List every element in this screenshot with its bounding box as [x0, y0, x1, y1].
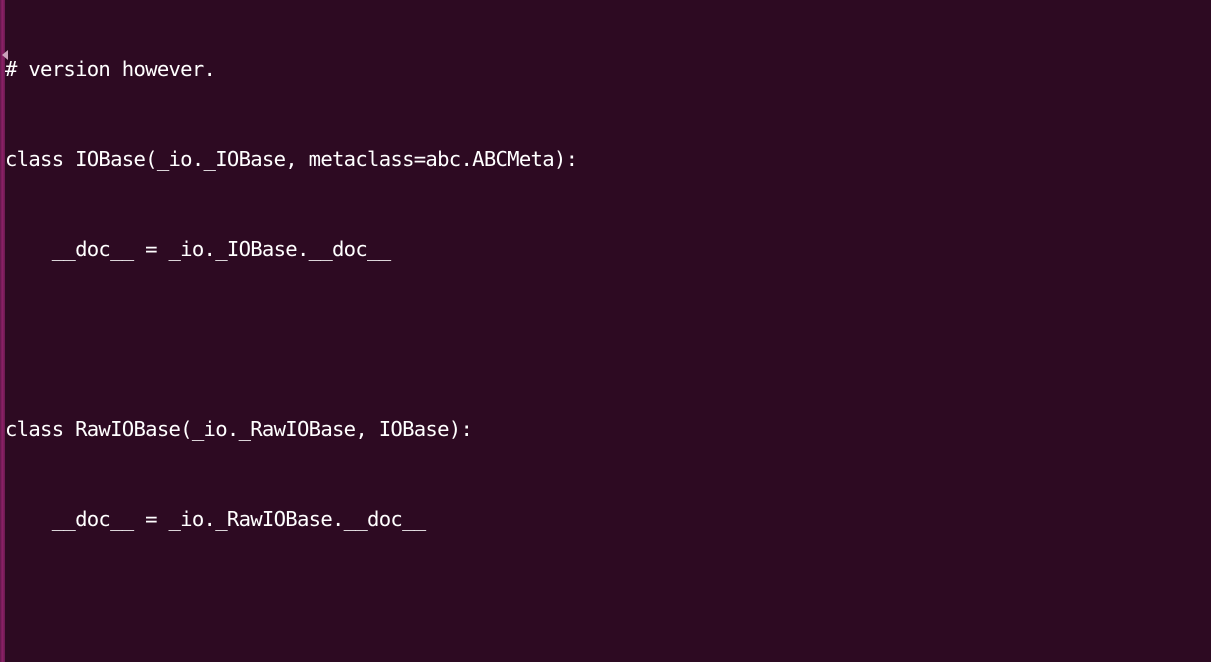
terminal-window[interactable]: # version however. class IOBase(_io._IOB… — [0, 0, 1211, 662]
code-line: class IOBase(_io._IOBase, metaclass=abc.… — [5, 147, 578, 171]
scrollbar[interactable] — [0, 0, 5, 662]
code-line: # version however. — [5, 57, 216, 81]
code-line: class RawIOBase(_io._RawIOBase, IOBase): — [5, 417, 473, 441]
scrollbar-thumb[interactable] — [0, 0, 5, 662]
terminal-output[interactable]: # version however. class IOBase(_io._IOB… — [0, 0, 1211, 662]
scroll-position-marker-icon — [2, 50, 8, 60]
code-line: __doc__ = _io._IOBase.__doc__ — [5, 237, 391, 261]
code-line: __doc__ = _io._RawIOBase.__doc__ — [5, 507, 426, 531]
